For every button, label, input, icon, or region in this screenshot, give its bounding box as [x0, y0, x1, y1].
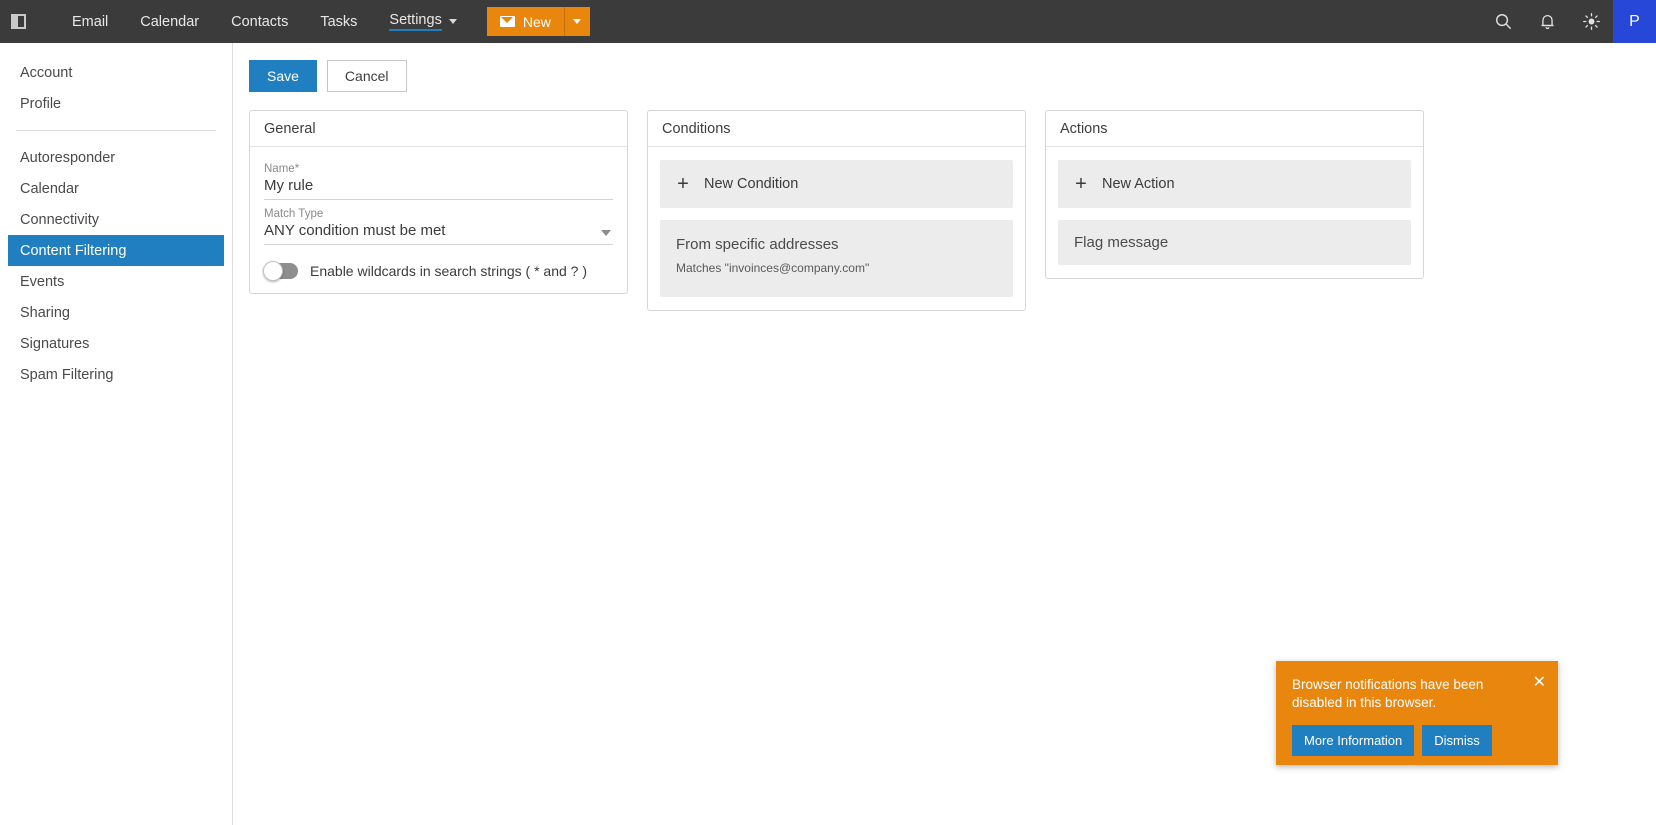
nav-item-settings[interactable]: Settings — [373, 0, 472, 43]
topbar-right-group: P — [1481, 0, 1656, 43]
panel-toggle-glyph — [10, 14, 26, 29]
new-button-label: New — [522, 13, 551, 30]
sidebar-item-content-filtering[interactable]: Content Filtering — [8, 235, 224, 266]
name-field[interactable]: Name* My rule — [264, 155, 613, 200]
envelope-icon — [499, 16, 515, 27]
bell-icon[interactable] — [1525, 0, 1569, 43]
wildcard-toggle[interactable] — [263, 261, 298, 281]
condition-item[interactable]: From specific addresses Matches "invoinc… — [660, 220, 1013, 297]
name-field-label: Name* — [264, 163, 613, 175]
cancel-button[interactable]: Cancel — [326, 60, 407, 92]
nav-item-calendar[interactable]: Calendar — [124, 0, 215, 43]
required-marker: * — [294, 163, 300, 175]
nav-label: Calendar — [140, 13, 200, 30]
toast-button-row: More Information Dismiss — [1292, 725, 1544, 757]
sidebar-item-label: Autoresponder — [20, 149, 116, 166]
condition-subtitle: Matches "invoinces@company.com" — [676, 261, 870, 275]
avatar[interactable]: P — [1613, 0, 1656, 43]
toast-message: Browser notifications have been disabled… — [1292, 677, 1484, 711]
new-button-group: New — [486, 7, 590, 36]
conditions-card: Conditions + New Condition From specific… — [647, 110, 1026, 311]
general-card: General Name* My rule Match Type ANY con… — [249, 110, 628, 294]
close-icon[interactable]: ✕ — [1533, 675, 1546, 691]
brightness-icon[interactable] — [1569, 0, 1613, 43]
wildcard-toggle-row: Enable wildcards in search strings ( * a… — [263, 245, 613, 281]
sidebar-item-label: Connectivity — [20, 211, 99, 228]
sidebar-item-events[interactable]: Events — [8, 266, 224, 297]
sidebar-item-connectivity[interactable]: Connectivity — [8, 204, 224, 235]
toggle-knob — [263, 261, 283, 281]
conditions-card-body: + New Condition From specific addresses … — [648, 147, 1025, 310]
sidebar-item-label: Content Filtering — [20, 242, 127, 259]
new-condition-button[interactable]: + New Condition — [660, 160, 1013, 208]
actions-card-body: + New Action Flag message — [1046, 147, 1423, 278]
general-card-body: Name* My rule Match Type ANY condition m… — [250, 147, 627, 293]
chevron-down-icon — [573, 19, 582, 24]
rule-editor-panels: General Name* My rule Match Type ANY con… — [249, 110, 1656, 311]
conditions-card-header: Conditions — [648, 111, 1025, 147]
form-action-row: Save Cancel — [249, 60, 1656, 92]
sidebar-item-label: Account — [20, 64, 73, 81]
chevron-down-icon — [601, 230, 611, 236]
main-nav: Email Calendar Contacts Tasks Settings — [56, 0, 473, 43]
sidebar-item-label: Signatures — [20, 335, 90, 352]
sidebar-item-autoresponder[interactable]: Autoresponder — [8, 142, 224, 173]
new-action-label: New Action — [1102, 176, 1175, 192]
more-information-button[interactable]: More Information — [1292, 725, 1415, 757]
sidebar-divider — [16, 130, 216, 131]
actions-card-header: Actions — [1046, 111, 1423, 147]
new-condition-label: New Condition — [704, 176, 799, 192]
match-type-value: ANY condition must be met — [264, 222, 446, 239]
nav-item-email[interactable]: Email — [56, 0, 124, 43]
nav-label: Contacts — [231, 13, 289, 30]
sidebar-item-sharing[interactable]: Sharing — [8, 297, 224, 328]
sidebar-panel-icon[interactable] — [0, 0, 36, 43]
avatar-initial: P — [1629, 12, 1640, 30]
nav-item-contacts[interactable]: Contacts — [215, 0, 304, 43]
match-type-field[interactable]: Match Type ANY condition must be met — [264, 200, 613, 245]
search-icon[interactable] — [1481, 0, 1525, 43]
nav-label: Tasks — [320, 13, 358, 30]
action-title: Flag message — [1074, 234, 1169, 251]
sidebar-item-profile[interactable]: Profile — [8, 88, 224, 119]
new-button-dropdown[interactable] — [563, 7, 590, 36]
sidebar-item-label: Calendar — [20, 180, 79, 197]
settings-sidebar: Account Profile Autoresponder Calendar C… — [0, 43, 233, 825]
notification-toast: ✕ Browser notifications have been disabl… — [1276, 661, 1558, 765]
nav-item-tasks[interactable]: Tasks — [304, 0, 373, 43]
sidebar-item-label: Profile — [20, 95, 62, 112]
name-field-value: My rule — [264, 177, 314, 194]
sidebar-item-account[interactable]: Account — [8, 57, 224, 88]
wildcard-toggle-label: Enable wildcards in search strings ( * a… — [310, 263, 588, 279]
plus-icon: + — [677, 173, 689, 195]
sidebar-item-label: Events — [20, 273, 65, 290]
sidebar-item-label: Spam Filtering — [20, 366, 114, 383]
plus-icon: + — [1075, 173, 1087, 195]
sidebar-item-calendar[interactable]: Calendar — [8, 173, 224, 204]
nav-label: Email — [72, 13, 109, 30]
actions-card: Actions + New Action Flag message — [1045, 110, 1424, 279]
top-navigation-bar: Email Calendar Contacts Tasks Settings N… — [0, 0, 1656, 43]
sidebar-item-label: Sharing — [20, 304, 70, 321]
chevron-down-icon — [448, 19, 457, 24]
name-label-text: Name — [264, 163, 295, 175]
save-button[interactable]: Save — [249, 60, 317, 92]
condition-title: From specific addresses — [676, 236, 839, 253]
sidebar-item-spam-filtering[interactable]: Spam Filtering — [8, 359, 224, 390]
new-action-button[interactable]: + New Action — [1058, 160, 1411, 208]
general-card-header: General — [250, 111, 627, 147]
new-button[interactable]: New — [486, 7, 564, 36]
dismiss-button[interactable]: Dismiss — [1422, 725, 1492, 757]
nav-label: Settings — [389, 12, 442, 31]
action-item[interactable]: Flag message — [1058, 220, 1411, 265]
sidebar-item-signatures[interactable]: Signatures — [8, 328, 224, 359]
match-type-label: Match Type — [264, 208, 324, 220]
